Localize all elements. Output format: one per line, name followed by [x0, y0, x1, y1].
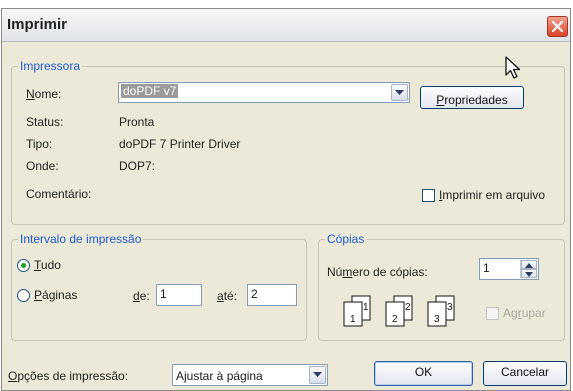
spin-down-icon: [525, 272, 533, 277]
collate-page-label: 1: [350, 314, 356, 325]
from-page-input[interactable]: 1: [156, 284, 202, 306]
spin-up-button[interactable]: [521, 260, 537, 269]
dropdown-arrow-icon: [313, 372, 322, 377]
print-options-select[interactable]: Ajustar à página: [172, 364, 328, 386]
collate-page-label: 3: [447, 302, 453, 313]
collate-checkbox[interactable]: [486, 307, 499, 320]
print-dialog: Imprimir Impressora Nome: doPDF v7 Propr…: [1, 8, 571, 391]
printer-group-label: Impressora: [20, 59, 81, 73]
printer-name-value: doPDF v7: [121, 84, 179, 98]
print-options-value: Ajustar à página: [176, 369, 263, 383]
background-window-text: ▔ ▔▔ ▔▔▔ ▔▔▔▔: [0, 0, 573, 8]
properties-button[interactable]: Propriedades: [420, 86, 524, 109]
pages-label[interactable]: Páginas: [34, 288, 77, 302]
to-label: até:: [217, 289, 238, 303]
to-page-input[interactable]: 2: [247, 284, 297, 306]
collate-page-label: 1: [363, 302, 369, 313]
spin-down-button[interactable]: [521, 269, 537, 278]
collate-page-label: 2: [392, 314, 398, 325]
collate-pages-icon: 1 1 2 2 3 3: [343, 295, 455, 327]
copies-count-label: Número de cópias:: [327, 265, 428, 279]
printer-name-dropdown-button[interactable]: [391, 84, 408, 101]
all-pages-radio[interactable]: [17, 259, 30, 272]
print-options-label: Opções de impressão:: [8, 369, 129, 383]
copies-count-input[interactable]: 1: [479, 258, 539, 280]
pages-radio[interactable]: [17, 289, 30, 302]
where-value: DOP7:: [119, 159, 156, 173]
print-to-file-label[interactable]: Imprimir em arquivo: [439, 188, 545, 202]
type-label: Tipo:: [26, 137, 53, 151]
copies-spinner[interactable]: [520, 260, 537, 278]
cancel-button[interactable]: Cancelar: [483, 361, 567, 386]
window-title: Imprimir: [7, 16, 68, 33]
where-label: Onde:: [26, 159, 59, 173]
copies-group-label: Cópias: [327, 232, 365, 246]
comment-label: Comentário:: [26, 187, 92, 201]
ok-button[interactable]: OK: [374, 361, 473, 386]
collate-label[interactable]: Agrupar: [503, 306, 546, 320]
printer-name-select[interactable]: doPDF v7: [118, 82, 410, 103]
collate-page-label: 3: [434, 314, 440, 325]
all-pages-label[interactable]: Tudo: [34, 258, 61, 272]
status-value: Pronta: [119, 115, 155, 129]
print-options-dropdown-button[interactable]: [309, 366, 326, 384]
collate-page-label: 2: [405, 302, 411, 313]
spin-up-icon: [525, 263, 533, 268]
status-label: Status:: [26, 115, 64, 129]
print-to-file-checkbox[interactable]: [422, 189, 435, 202]
type-value: doPDF 7 Printer Driver: [119, 137, 241, 151]
from-label: de:: [133, 289, 150, 303]
printer-name-label: Nome:: [26, 87, 62, 101]
dropdown-arrow-icon: [395, 90, 404, 95]
close-button[interactable]: [547, 16, 568, 37]
mouse-cursor-icon: [505, 56, 521, 79]
print-range-group-label: Intervalo de impressão: [20, 232, 142, 246]
close-icon: [551, 20, 564, 33]
title-bar[interactable]: Imprimir: [2, 9, 570, 42]
